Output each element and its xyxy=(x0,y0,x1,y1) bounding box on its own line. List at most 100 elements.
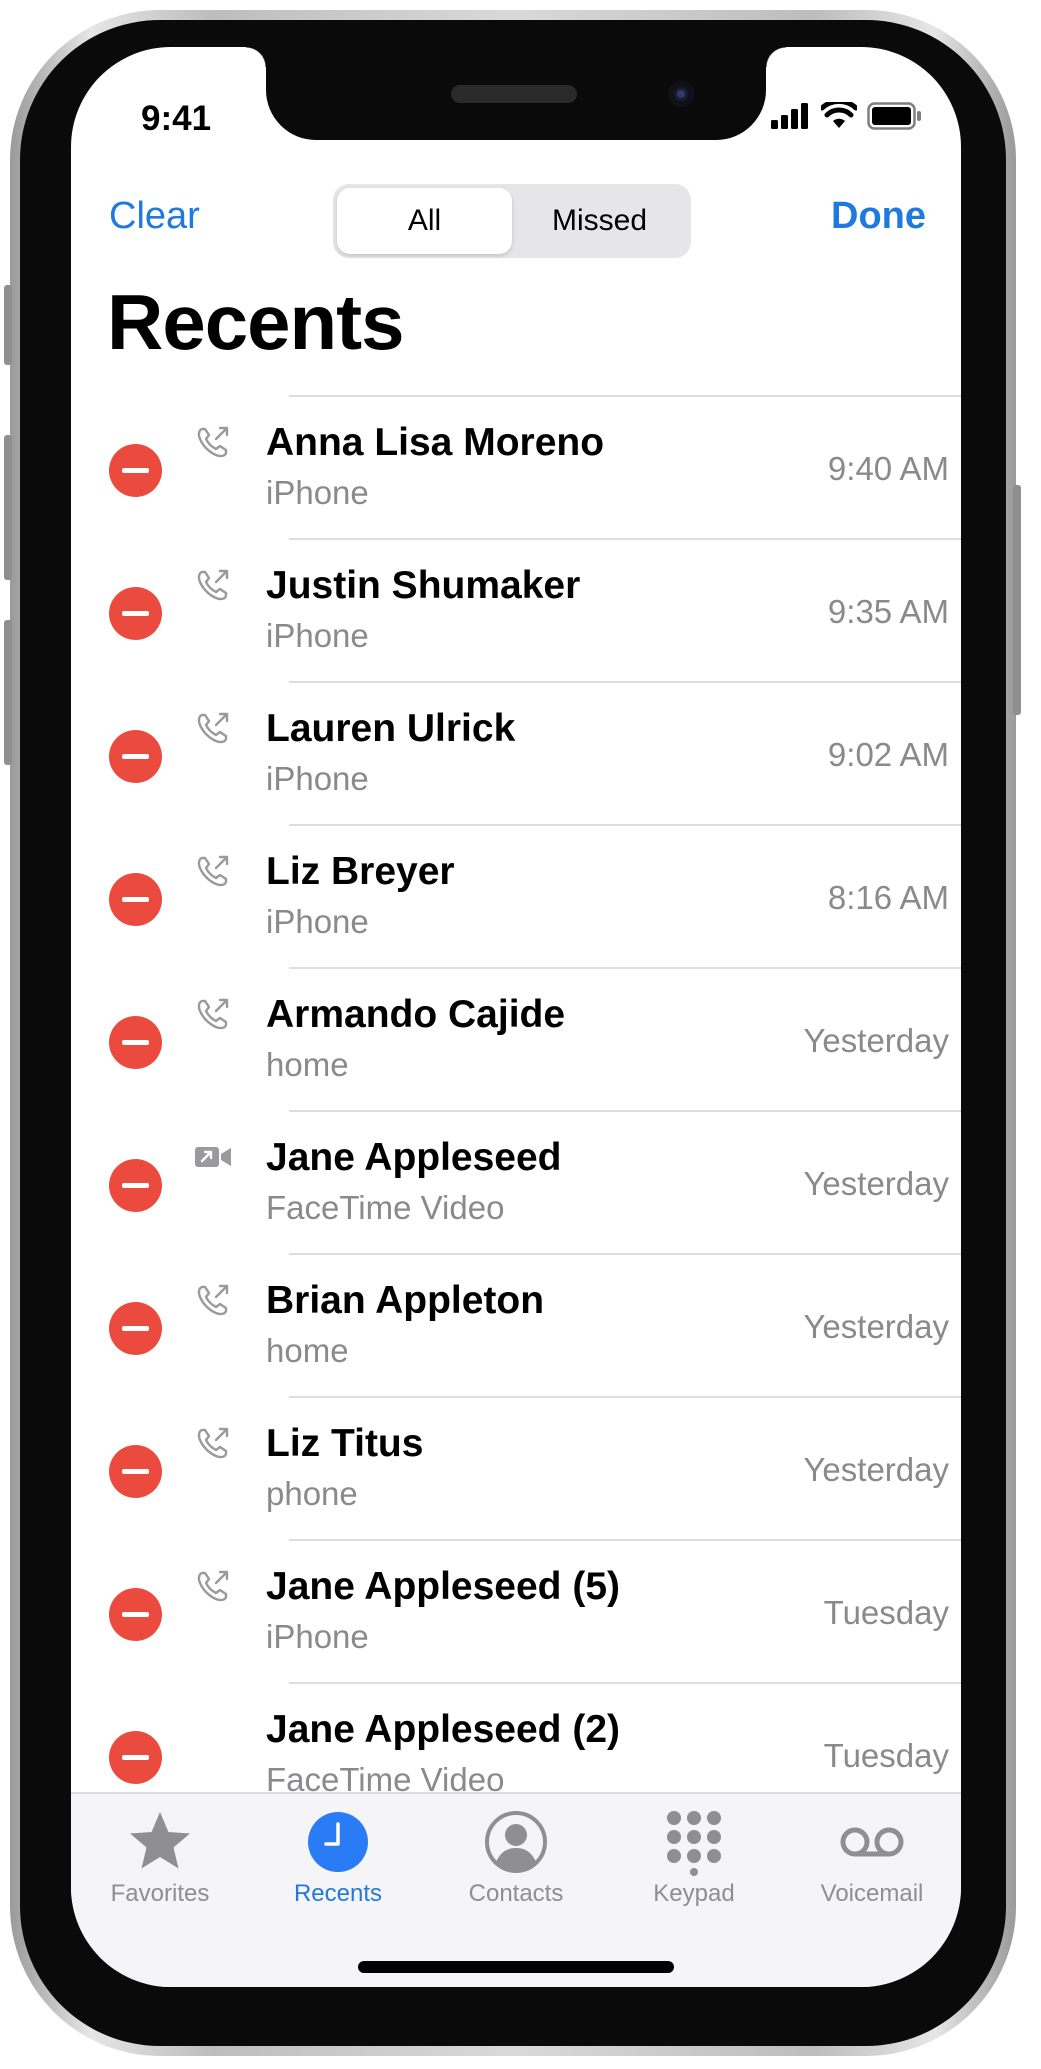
delete-button[interactable] xyxy=(109,1016,162,1069)
delete-button[interactable] xyxy=(109,873,162,926)
silent-switch xyxy=(4,285,12,365)
outgoing-call-icon xyxy=(197,855,229,887)
person-circle-icon xyxy=(485,1811,547,1873)
call-type: iPhone xyxy=(266,1618,369,1655)
outgoing-call-icon xyxy=(197,712,229,744)
list-item[interactable]: Armando Cajide home Yesterday xyxy=(71,967,961,1110)
front-camera xyxy=(668,81,694,107)
call-type: iPhone xyxy=(266,903,369,940)
contact-name: Justin Shumaker xyxy=(266,564,581,607)
call-time: 9:35 AM xyxy=(827,593,949,630)
contact-name: Lauren Ulrick xyxy=(266,707,516,750)
delete-button[interactable] xyxy=(109,587,162,640)
call-time: Yesterday xyxy=(803,1308,949,1345)
status-icons xyxy=(771,102,923,130)
contact-name: Brian Appleton xyxy=(266,1279,545,1322)
recents-list: Anna Lisa Moreno iPhone 9:40 AM Justin S… xyxy=(71,395,961,1825)
row-separator xyxy=(289,681,961,683)
tab-recents[interactable]: Recents xyxy=(249,1794,427,1914)
row-separator xyxy=(289,1682,961,1684)
call-type: iPhone xyxy=(266,474,369,511)
list-item[interactable]: Anna Lisa Moreno iPhone 9:40 AM xyxy=(71,395,961,538)
page-title: Recents xyxy=(107,278,404,366)
volume-down-button xyxy=(4,620,12,765)
list-item[interactable]: Jane Appleseed (5) iPhone Tuesday xyxy=(71,1539,961,1682)
tab-label: Voicemail xyxy=(820,1880,924,1907)
row-separator xyxy=(289,1539,961,1541)
contact-name: Jane Appleseed (2) xyxy=(266,1708,621,1751)
call-time: 9:40 AM xyxy=(827,450,949,487)
done-button[interactable]: Done xyxy=(831,195,926,238)
tab-contacts[interactable]: Contacts xyxy=(427,1794,605,1914)
clock-icon xyxy=(308,1812,368,1872)
outgoing-call-icon xyxy=(197,1570,229,1602)
delete-button[interactable] xyxy=(109,730,162,783)
volume-up-button xyxy=(4,435,12,580)
side-button xyxy=(1013,485,1021,715)
voicemail-icon xyxy=(840,1827,904,1857)
tab-label: Keypad xyxy=(653,1880,735,1907)
list-item[interactable]: Brian Appleton home Yesterday xyxy=(71,1253,961,1396)
row-separator xyxy=(289,1396,961,1398)
call-type: home xyxy=(266,1332,349,1369)
call-type: home xyxy=(266,1046,349,1083)
outgoing-call-icon xyxy=(197,569,229,601)
tab-label: Favorites xyxy=(110,1880,210,1907)
tab-bar: Favorites Recents Contacts Keypad Voicem… xyxy=(71,1792,961,1987)
segmented-control: All Missed xyxy=(333,184,691,258)
call-type: iPhone xyxy=(266,760,369,797)
speaker-grille xyxy=(451,85,577,103)
battery-icon xyxy=(867,102,921,130)
call-time: 8:16 AM xyxy=(827,879,949,916)
notch xyxy=(246,47,786,140)
star-icon xyxy=(130,1812,190,1869)
outgoing-call-icon xyxy=(197,1427,229,1459)
list-item[interactable]: Liz Titus phone Yesterday xyxy=(71,1396,961,1539)
contact-name: Liz Breyer xyxy=(266,850,455,893)
contact-name: Jane Appleseed xyxy=(266,1136,562,1179)
call-time: Yesterday xyxy=(803,1451,949,1488)
outgoing-call-icon xyxy=(197,1284,229,1316)
tab-label: Contacts xyxy=(468,1880,564,1907)
outgoing-call-icon xyxy=(197,998,229,1030)
row-separator xyxy=(289,395,961,397)
outgoing-video-icon xyxy=(195,1147,231,1167)
contact-name: Anna Lisa Moreno xyxy=(266,421,605,464)
list-item[interactable]: Liz Breyer iPhone 8:16 AM xyxy=(71,824,961,967)
delete-button[interactable] xyxy=(109,1588,162,1641)
segment-missed[interactable]: Missed xyxy=(512,188,687,254)
delete-button[interactable] xyxy=(109,1302,162,1355)
delete-button[interactable] xyxy=(109,1731,162,1784)
keypad-icon xyxy=(667,1811,721,1876)
call-time: 9:02 AM xyxy=(827,736,949,773)
cellular-signal-icon xyxy=(771,103,808,129)
outgoing-call-icon xyxy=(197,426,229,458)
contact-name: Liz Titus xyxy=(266,1422,424,1465)
delete-button[interactable] xyxy=(109,444,162,497)
row-separator xyxy=(289,1253,961,1255)
call-time: Tuesday xyxy=(823,1737,949,1774)
contact-name: Jane Appleseed (5) xyxy=(266,1565,621,1608)
list-item[interactable]: Jane Appleseed FaceTime Video Yesterday xyxy=(71,1110,961,1253)
call-time: Yesterday xyxy=(803,1022,949,1059)
row-separator xyxy=(289,1110,961,1112)
tab-voicemail[interactable]: Voicemail xyxy=(783,1794,961,1914)
clear-button[interactable]: Clear xyxy=(109,195,200,238)
tab-favorites[interactable]: Favorites xyxy=(71,1794,249,1914)
list-item[interactable]: Lauren Ulrick iPhone 9:02 AM xyxy=(71,681,961,824)
delete-button[interactable] xyxy=(109,1159,162,1212)
tab-keypad[interactable]: Keypad xyxy=(605,1794,783,1914)
call-type: phone xyxy=(266,1475,358,1512)
call-time: Yesterday xyxy=(803,1165,949,1202)
tab-label: Recents xyxy=(293,1880,383,1907)
home-indicator[interactable] xyxy=(358,1961,674,1973)
contact-name: Armando Cajide xyxy=(266,993,566,1036)
row-separator xyxy=(289,967,961,969)
delete-button[interactable] xyxy=(109,1445,162,1498)
segment-all[interactable]: All xyxy=(337,188,512,254)
wifi-icon xyxy=(821,102,857,128)
row-separator xyxy=(289,824,961,826)
call-time: Tuesday xyxy=(823,1594,949,1631)
call-type: iPhone xyxy=(266,617,369,654)
list-item[interactable]: Justin Shumaker iPhone 9:35 AM xyxy=(71,538,961,681)
